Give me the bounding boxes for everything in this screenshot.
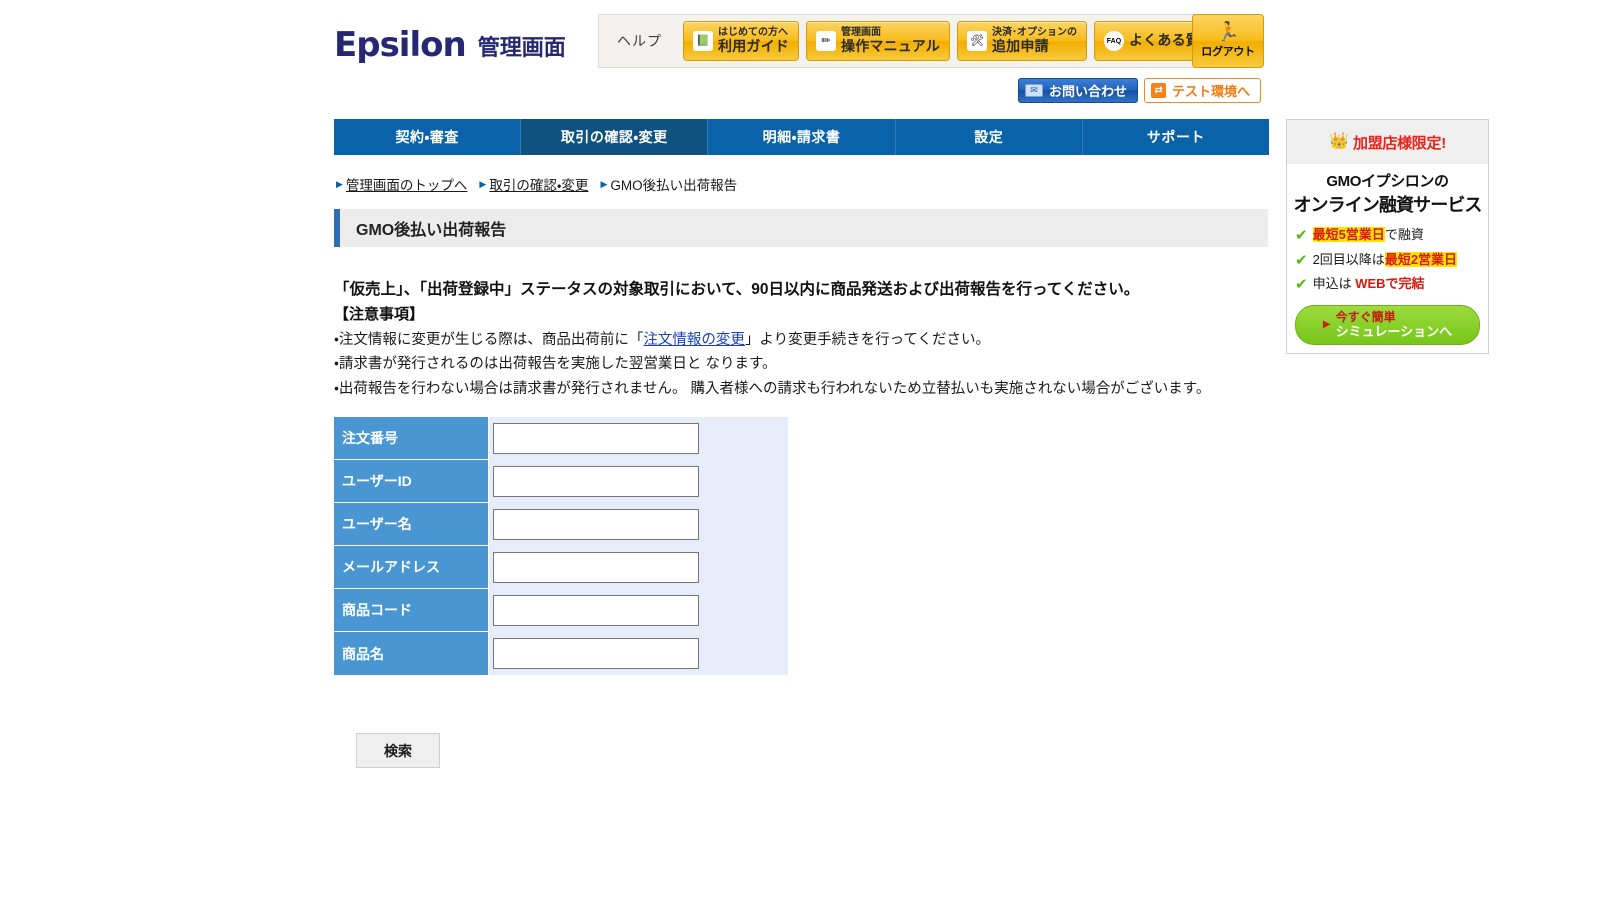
- chevron-right-icon: ▶: [479, 178, 487, 189]
- logout-label: ログアウト: [1201, 46, 1255, 58]
- help-toolbar: ヘルプ 📗 はじめての方へ 利用ガイド ✏ 管理画面 操作マニュアル 🛠 決済･…: [598, 14, 1236, 68]
- nav-item-support[interactable]: サポート: [1082, 119, 1270, 155]
- page-root: Epsilon 管理画面 ヘルプ 📗 はじめての方へ 利用ガイド ✏ 管理画面 …: [0, 0, 1600, 900]
- breadcrumb-current-label: GMO後払い出荷報告: [610, 178, 738, 193]
- main-navigation: 契約・審査 取引の確認・変更 明細・請求書 設定 サポート: [334, 119, 1270, 155]
- notice-lead: 「仮売上」、「出荷登録中」ステータスの対象取引において、90日以内に商品発送およ…: [334, 281, 1140, 298]
- epsilon-logo[interactable]: Epsilon 管理画面: [334, 28, 566, 62]
- banner-feature-3-pre: 申込は: [1312, 276, 1356, 292]
- logout-button[interactable]: 🏃 ログアウト: [1192, 14, 1264, 68]
- banner-feature-2-highlight: 最短2営業日: [1384, 251, 1458, 267]
- logo-wordmark: Epsilon: [334, 25, 467, 65]
- swap-icon: ⇄: [1151, 83, 1167, 98]
- notice-bullet-1: ・注文情報に変更が生じる際は、商品出荷前に「注文情報の変更」より変更手続きを行っ…: [334, 328, 1274, 353]
- order-number-input[interactable]: [493, 423, 699, 454]
- header-sub-buttons: ✉ お問い合わせ ⇄ テスト環境へ: [1018, 78, 1262, 103]
- breadcrumb-item-transactions[interactable]: ▶ 取引の確認・変更: [479, 174, 588, 194]
- banner-cta-button[interactable]: ▶ 今すぐ簡単 シミュレーションへ: [1295, 305, 1480, 346]
- email-input[interactable]: [493, 552, 699, 583]
- notice-bullet-1-post: 」より変更手続きを行ってください。: [744, 331, 990, 348]
- banner-feature-2-pre: 2回目以降は: [1312, 251, 1385, 267]
- help-button-manual[interactable]: ✏ 管理画面 操作マニュアル: [806, 21, 950, 61]
- form-row-email: メールアドレス: [334, 546, 788, 589]
- form-label-user-id: ユーザーID: [334, 460, 489, 503]
- nav-item-transactions[interactable]: 取引の確認・変更: [521, 119, 709, 155]
- notice-block: 「仮売上」、「出荷登録中」ステータスの対象取引において、90日以内に商品発送およ…: [334, 278, 1274, 402]
- form-label-order-number: 注文番号: [334, 417, 489, 460]
- banner-feature-3: ✔ 申込は WEBで完結: [1295, 272, 1482, 297]
- loan-promo-banner[interactable]: 👑 加盟店様限定! GMOイプシロンの オンライン融資サービス ✔ 最短5営業日…: [1286, 119, 1489, 355]
- form-label-product-code: 商品コード: [334, 589, 489, 632]
- nav-item-contract[interactable]: 契約・審査: [334, 119, 522, 155]
- breadcrumb-link-top[interactable]: 管理画面のトップへ: [346, 174, 468, 194]
- notice-bullet-1-pre: ・注文情報に変更が生じる際は、商品出荷前に「: [334, 331, 644, 348]
- help-button-addoption-line2: 追加申請: [991, 37, 1049, 54]
- test-environment-label: テスト環境へ: [1172, 84, 1251, 99]
- check-icon: ✔: [1295, 226, 1308, 244]
- user-name-input[interactable]: [493, 509, 699, 540]
- check-icon: ✔: [1295, 251, 1308, 269]
- form-row-order-number: 注文番号: [334, 417, 788, 460]
- pencil-icon: ✏: [816, 31, 836, 51]
- test-environment-button[interactable]: ⇄ テスト環境へ: [1144, 78, 1262, 103]
- form-label-product-name: 商品名: [334, 632, 489, 675]
- user-id-input[interactable]: [493, 466, 699, 497]
- chevron-right-icon: ▶: [336, 178, 343, 189]
- banner-top-title: 加盟店様限定!: [1353, 134, 1446, 152]
- form-row-user-id: ユーザーID: [334, 460, 788, 503]
- form-row-user-name: ユーザー名: [334, 503, 788, 546]
- chevron-right-icon: ▶: [600, 178, 608, 189]
- crown-icon: 👑: [1329, 133, 1349, 150]
- help-button-guide[interactable]: 📗 はじめての方へ 利用ガイド: [683, 21, 799, 61]
- banner-feature-1-highlight: 最短5営業日: [1312, 227, 1385, 242]
- book-icon: 📗: [693, 31, 713, 51]
- breadcrumb: ▶ 管理画面のトップへ ▶ 取引の確認・変更 ▶ GMO後払い出荷報告: [336, 174, 745, 194]
- order-change-link[interactable]: 注文情報の変更: [643, 332, 745, 348]
- exit-door-icon: 🏃: [1216, 22, 1240, 43]
- help-button-addoption[interactable]: 🛠 決済･オプションの 追加申請: [956, 21, 1087, 61]
- banner-feature-1: ✔ 最短5営業日で融資: [1295, 223, 1482, 248]
- breadcrumb-item-current: ▶ GMO後払い出荷報告: [600, 174, 737, 194]
- breadcrumb-item-top[interactable]: ▶ 管理画面のトップへ: [336, 174, 467, 194]
- banner-feature-1-post: で融資: [1384, 227, 1424, 242]
- banner-header: 👑 加盟店様限定!: [1287, 120, 1488, 164]
- breadcrumb-link-transactions[interactable]: 取引の確認・変更: [489, 174, 588, 194]
- form-row-product-code: 商品コード: [334, 589, 788, 632]
- page-title: GMO後払い出荷報告: [334, 209, 1268, 247]
- check-icon: ✔: [1295, 276, 1308, 294]
- form-label-user-name: ユーザー名: [334, 503, 489, 546]
- banner-feature-2: ✔ 2回目以降は最短2営業日: [1295, 248, 1482, 273]
- product-code-input[interactable]: [493, 595, 699, 626]
- logo-subtitle: 管理画面: [477, 34, 566, 60]
- banner-heading: GMOイプシロンの オンライン融資サービス: [1287, 164, 1488, 217]
- help-button-manual-line2: 操作マニュアル: [841, 37, 940, 54]
- contact-button-label: お問い合わせ: [1049, 84, 1128, 99]
- banner-feature-3-highlight: WEBで完結: [1355, 276, 1425, 292]
- banner-cta-line2: シミュレーションへ: [1335, 323, 1453, 339]
- banner-cta-line1: 今すぐ簡単: [1335, 310, 1396, 325]
- help-label: ヘルプ: [617, 33, 662, 49]
- banner-feature-list: ✔ 最短5営業日で融資 ✔ 2回目以降は最短2営業日 ✔ 申込は WEBで完結: [1287, 217, 1488, 299]
- mail-icon: ✉: [1025, 84, 1043, 97]
- help-button-guide-line2: 利用ガイド: [718, 37, 789, 54]
- banner-heading-line2: オンライン融資サービス: [1293, 195, 1482, 215]
- faq-icon: FAQ: [1103, 31, 1124, 51]
- play-triangle-icon: ▶: [1322, 319, 1331, 331]
- site-header: Epsilon 管理画面 ヘルプ 📗 はじめての方へ 利用ガイド ✏ 管理画面 …: [0, 0, 1600, 112]
- nav-item-invoices[interactable]: 明細・請求書: [708, 119, 896, 155]
- search-form-table: 注文番号 ユーザーID ユーザー名 メールアドレス 商品コード 商品名: [334, 417, 788, 675]
- form-row-product-name: 商品名: [334, 632, 788, 675]
- banner-heading-line1: GMOイプシロンの: [1326, 173, 1449, 190]
- contact-button[interactable]: ✉ お問い合わせ: [1018, 78, 1139, 103]
- notice-bullet-2: ・請求書が発行されるのは出荷報告を実施した翌営業日と なります。: [334, 356, 777, 373]
- notice-caution-heading: 【注意事項】: [334, 306, 425, 324]
- notice-bullet-3: ・出荷報告を行わない場合は請求書が発行されません。 購入者様への請求も行われない…: [334, 381, 1211, 398]
- nav-item-settings[interactable]: 設定: [895, 119, 1083, 155]
- tools-icon: 🛠: [966, 31, 987, 51]
- search-button[interactable]: 検索: [356, 733, 440, 768]
- product-name-input[interactable]: [493, 638, 699, 669]
- form-label-email: メールアドレス: [334, 546, 489, 589]
